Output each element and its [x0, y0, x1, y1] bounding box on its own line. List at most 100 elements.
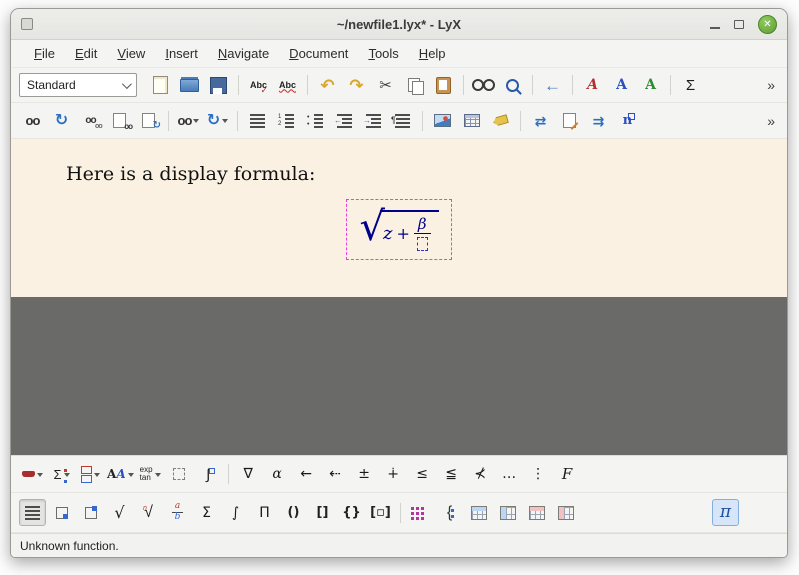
- vdots-button[interactable]: ⋮: [525, 461, 552, 488]
- decrease-depth-button[interactable]: [331, 107, 358, 134]
- paste-button[interactable]: [430, 72, 457, 99]
- document-workarea[interactable]: Here is a display formula: √ z + β: [11, 139, 787, 455]
- leqq-button[interactable]: ≦: [438, 461, 465, 488]
- menu-item-insert[interactable]: Insert: [156, 42, 207, 65]
- insert-graphics-button[interactable]: [429, 107, 456, 134]
- braces-icon: {}: [342, 506, 361, 519]
- plus-minus-button[interactable]: ±: [351, 461, 378, 488]
- view-other-formats-dropdown[interactable]: [175, 107, 202, 134]
- minimize-button[interactable]: [710, 27, 720, 29]
- view-source-button[interactable]: [106, 107, 133, 134]
- fraction-button[interactable]: [164, 499, 191, 526]
- sum-button[interactable]: Σ: [193, 499, 220, 526]
- track-changes-button[interactable]: ⇄: [527, 107, 554, 134]
- insert-label-button[interactable]: [487, 107, 514, 134]
- nabla-button[interactable]: ∇: [235, 461, 262, 488]
- math-function-dropdown[interactable]: exp tan: [137, 461, 164, 488]
- greek-letter-button[interactable]: α: [264, 461, 291, 488]
- menu-item-file[interactable]: File: [25, 42, 64, 65]
- view-master-button[interactable]: [77, 107, 104, 134]
- update-master-button[interactable]: [135, 107, 162, 134]
- bullet-list-button[interactable]: [302, 107, 329, 134]
- document-page[interactable]: Here is a display formula: √ z + β: [11, 139, 787, 297]
- cases-button[interactable]: {: [436, 499, 463, 526]
- menu-item-document[interactable]: Document: [280, 42, 357, 65]
- open-document-button[interactable]: [176, 72, 203, 99]
- next-change-button[interactable]: ⇉: [585, 107, 612, 134]
- insert-note-button[interactable]: n: [614, 107, 641, 134]
- navigate-back-button[interactable]: ←: [539, 72, 566, 99]
- ldots-button[interactable]: …: [496, 461, 523, 488]
- update-view-button[interactable]: ↻: [48, 107, 75, 134]
- matrix-button[interactable]: [407, 499, 434, 526]
- add-column-button[interactable]: [494, 499, 521, 526]
- empty-placeholder-box[interactable]: [417, 237, 428, 251]
- menu-item-navigate[interactable]: Navigate: [209, 42, 278, 65]
- subscript-button[interactable]: [48, 499, 75, 526]
- noun-style-button[interactable]: A: [608, 72, 635, 99]
- calligraphic-font-button[interactable]: F: [554, 461, 581, 488]
- math-decoration-dropdown[interactable]: [19, 461, 46, 488]
- math-inset[interactable]: √ z + β: [346, 199, 451, 260]
- math-font-dropdown[interactable]: AA: [106, 461, 135, 488]
- menu-item-view[interactable]: View: [108, 42, 154, 65]
- view-document-button[interactable]: [19, 107, 46, 134]
- spellcheck-button[interactable]: Abc: [245, 72, 272, 99]
- align-lines-icon: [25, 506, 40, 520]
- paragraph-settings-button[interactable]: [389, 107, 416, 134]
- insert-math-button[interactable]: Σ: [677, 72, 704, 99]
- fraction-style-dropdown[interactable]: [77, 461, 104, 488]
- insert-table-button[interactable]: [458, 107, 485, 134]
- pilcrow-lines-icon: [395, 114, 410, 128]
- window-menu-icon[interactable]: [21, 18, 33, 30]
- product-button[interactable]: Π: [251, 499, 278, 526]
- cut-button[interactable]: ✂: [372, 72, 399, 99]
- apply-last-style-button[interactable]: A: [637, 72, 664, 99]
- braces-button[interactable]: {}: [338, 499, 365, 526]
- delete-row-button[interactable]: [523, 499, 550, 526]
- dot-plus-button[interactable]: ∔: [380, 461, 407, 488]
- zoom-button[interactable]: [499, 72, 526, 99]
- increase-depth-button[interactable]: [360, 107, 387, 134]
- left-arrow-button[interactable]: ←: [293, 461, 320, 488]
- save-document-button[interactable]: [205, 72, 232, 99]
- math-spacing-button[interactable]: [166, 461, 193, 488]
- delete-column-button[interactable]: [552, 499, 579, 526]
- continuous-spellcheck-button[interactable]: Abc: [274, 72, 301, 99]
- delimiters-button[interactable]: [▫]: [367, 499, 394, 526]
- menu-item-edit[interactable]: Edit: [66, 42, 106, 65]
- menu-item-help[interactable]: Help: [410, 42, 455, 65]
- new-document-button[interactable]: [147, 72, 174, 99]
- undo-button[interactable]: ↶: [314, 72, 341, 99]
- nth-root-button[interactable]: √: [135, 499, 162, 526]
- toolbar-overflow-button[interactable]: »: [763, 113, 779, 129]
- big-operator-dropdown[interactable]: Σ: [48, 461, 75, 488]
- dashed-arrow-button[interactable]: ⇠: [322, 461, 349, 488]
- display-formula-toggle[interactable]: [19, 499, 46, 526]
- redo-button[interactable]: ↷: [343, 72, 370, 99]
- integral-limits-button[interactable]: ∫: [195, 461, 222, 488]
- find-replace-button[interactable]: [470, 72, 497, 99]
- menu-item-tools[interactable]: Tools: [359, 42, 407, 65]
- integral-button[interactable]: ∫: [222, 499, 249, 526]
- text-style-button[interactable]: A: [579, 72, 606, 99]
- maximize-button[interactable]: [734, 20, 744, 29]
- document-paragraph[interactable]: Here is a display formula:: [11, 139, 787, 185]
- not-precedes-button[interactable]: ⊀: [467, 461, 494, 488]
- brackets-button[interactable]: []: [309, 499, 336, 526]
- add-row-button[interactable]: [465, 499, 492, 526]
- paragraph-style-combobox[interactable]: Standard: [19, 73, 137, 97]
- edit-note-button[interactable]: [556, 107, 583, 134]
- parentheses-button[interactable]: (): [280, 499, 307, 526]
- sqrt-button[interactable]: √: [106, 499, 133, 526]
- sum-limits-icon: Σ: [53, 468, 61, 481]
- copy-button[interactable]: [401, 72, 428, 99]
- numbered-list-button[interactable]: [273, 107, 300, 134]
- close-button[interactable]: ✕: [758, 15, 777, 34]
- leq-button[interactable]: ≤: [409, 461, 436, 488]
- toggle-math-panels-button[interactable]: π: [712, 499, 739, 526]
- update-other-formats-dropdown[interactable]: ↻: [204, 107, 231, 134]
- paragraph-align-button[interactable]: [244, 107, 271, 134]
- toolbar-overflow-button[interactable]: »: [763, 77, 779, 93]
- superscript-button[interactable]: [77, 499, 104, 526]
